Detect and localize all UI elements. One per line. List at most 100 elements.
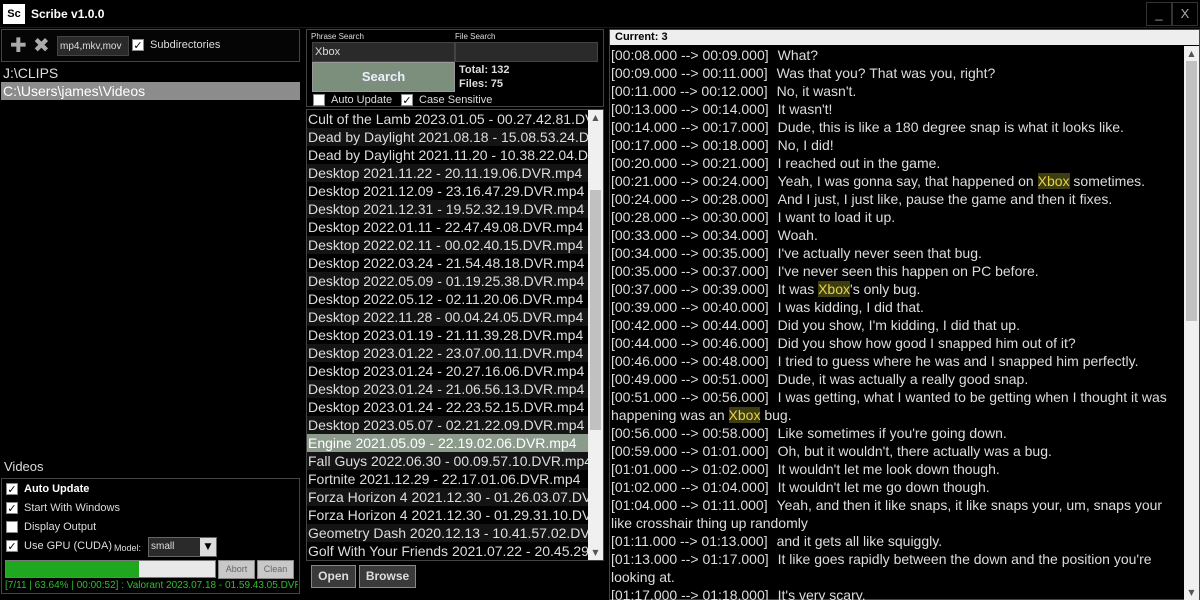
file-item[interactable]: Desktop 2023.01.24 - 20.27.16.06.DVR.mp4 (307, 362, 588, 380)
timestamp: [00:24.000 --> 00:28.000] (611, 191, 769, 207)
file-item[interactable]: Desktop 2023.01.24 - 22.23.52.15.DVR.mp4 (307, 398, 588, 416)
timestamp: [00:59.000 --> 01:01.000] (611, 443, 769, 459)
file-item[interactable]: Desktop 2023.01.19 - 21.11.39.28.DVR.mp4 (307, 326, 588, 344)
search-button[interactable]: Search (312, 62, 455, 92)
file-item[interactable]: Fall Guys 2022.06.30 - 00.09.57.10.DVR.m… (307, 452, 588, 470)
transcript-scrollbar[interactable]: ▲ ▼ (1184, 46, 1199, 600)
case-sensitive-checkbox[interactable]: ✓ (401, 94, 413, 106)
transcript-line: [00:11.000 --> 00:12.000] No, it wasn't. (610, 82, 1184, 100)
folder-item-selected[interactable]: C:\Users\james\Videos (1, 82, 300, 100)
line-text: No, I did! (777, 137, 834, 153)
timestamp: [00:46.000 --> 00:48.000] (611, 353, 769, 369)
transcript-line: [00:13.000 --> 00:14.000] It wasn't! (610, 100, 1184, 118)
timestamp: [00:09.000 --> 00:11.000] (611, 65, 768, 81)
open-button[interactable]: Open (311, 565, 356, 588)
file-item[interactable]: Desktop 2022.11.28 - 00.04.24.05.DVR.mp4 (307, 308, 588, 326)
scroll-up-icon[interactable]: ▲ (588, 110, 603, 125)
display-output-checkbox[interactable] (6, 521, 18, 534)
timestamp: [00:08.000 --> 00:09.000] (611, 47, 769, 63)
file-item[interactable]: Geometry Dash 2020.12.13 - 10.41.57.02.D… (307, 524, 588, 542)
line-text: It wouldn't let me look down though. (777, 461, 1000, 477)
transcript-line: [00:39.000 --> 00:40.000] I was kidding, … (610, 298, 1184, 316)
add-folder-icon[interactable]: ✚ (10, 33, 27, 57)
file-item[interactable]: Desktop 2022.05.09 - 01.19.25.38.DVR.mp4 (307, 272, 588, 290)
transcript-line: [00:14.000 --> 00:17.000] Dude, this is l… (610, 118, 1184, 136)
file-item[interactable]: Golf With Your Friends 2021.07.22 - 20.4… (307, 542, 588, 560)
extensions-input[interactable] (57, 36, 129, 56)
line-text: What? (777, 47, 819, 63)
timestamp: [00:39.000 --> 00:40.000] (611, 299, 769, 315)
file-item[interactable]: Desktop 2022.01.11 - 22.47.49.08.DVR.mp4 (307, 218, 588, 236)
case-sensitive-label: Case Sensitive (419, 94, 493, 106)
transcript-line: [00:51.000 --> 00:56.000] I was getting, … (610, 388, 1184, 424)
file-item[interactable]: Desktop 2021.12.31 - 19.52.32.19.DVR.mp4 (307, 200, 588, 218)
app-icon: Sc (3, 4, 25, 24)
file-item[interactable]: Desktop 2021.12.09 - 23.16.47.29.DVR.mp4 (307, 182, 588, 200)
line-text: It wouldn't let me go down though. (777, 479, 990, 495)
folder-toolbar: ✚ ✖ ✓ Subdirectories (1, 29, 300, 62)
line-text: No, it wasn't. (776, 83, 857, 99)
close-button[interactable]: X (1172, 2, 1198, 26)
transcript-line: [00:08.000 --> 00:09.000] What? (610, 46, 1184, 64)
file-search-label: File Search (455, 32, 496, 41)
scroll-down-icon[interactable]: ▼ (1184, 585, 1199, 600)
file-item[interactable]: Dead by Daylight 2021.08.18 - 15.08.53.2… (307, 128, 588, 146)
transcript-line: [00:49.000 --> 00:51.000] Dude, it was ac… (610, 370, 1184, 388)
remove-folder-icon[interactable]: ✖ (33, 33, 50, 57)
file-item[interactable]: Desktop 2023.01.22 - 23.07.00.11.DVR.mp4 (307, 344, 588, 362)
file-item[interactable]: Desktop 2022.03.24 - 21.54.48.18.DVR.mp4 (307, 254, 588, 272)
start-with-windows-checkbox[interactable]: ✓ (6, 502, 18, 515)
subdirectories-checkbox[interactable]: ✓ (132, 39, 144, 51)
file-item[interactable]: Desktop 2022.05.12 - 02.11.20.06.DVR.mp4 (307, 290, 588, 308)
browse-button[interactable]: Browse (359, 565, 416, 588)
file-list: Cult of the Lamb 2023.01.05 - 00.27.42.8… (306, 109, 604, 561)
use-gpu-option[interactable]: ✓ Use GPU (CUDA) (6, 540, 113, 553)
scroll-down-icon[interactable]: ▼ (588, 545, 603, 560)
file-item[interactable]: Forza Horizon 4 2021.12.30 - 01.26.03.07… (307, 488, 588, 506)
timestamp: [00:17.000 --> 00:18.000] (611, 137, 769, 153)
line-text: Did you show how good I snapped him out … (777, 335, 1076, 351)
auto-update-option[interactable]: ✓ Auto Update (6, 483, 89, 496)
model-value: small (151, 541, 175, 552)
scroll-thumb[interactable] (590, 190, 601, 430)
search-panel: Phrase Search File Search Xbox Search To… (306, 29, 604, 107)
transcript-line: [00:56.000 --> 00:58.000] Like sometimes … (610, 424, 1184, 442)
file-item[interactable]: Desktop 2021.11.22 - 20.11.19.06.DVR.mp4 (307, 164, 588, 182)
file-list-scrollbar[interactable]: ▲ ▼ (588, 110, 603, 560)
file-item[interactable]: Desktop 2022.02.11 - 00.02.40.15.DVR.mp4 (307, 236, 588, 254)
chevron-down-icon: ▼ (200, 538, 216, 556)
minimize-button[interactable]: _ (1146, 2, 1172, 26)
use-gpu-checkbox[interactable]: ✓ (6, 540, 18, 553)
line-text: It wasn't! (777, 101, 833, 117)
transcript-line: [00:46.000 --> 00:48.000] I tried to gues… (610, 352, 1184, 370)
file-search-input[interactable] (455, 42, 598, 62)
folder-item[interactable]: J:\CLIPS (1, 64, 300, 82)
use-gpu-label: Use GPU (CUDA) (24, 540, 113, 552)
search-highlight: Xbox (728, 407, 761, 423)
abort-button[interactable]: Abort (218, 560, 255, 579)
clean-button[interactable]: Clean (257, 560, 294, 579)
scroll-up-icon[interactable]: ▲ (1184, 46, 1199, 61)
file-item-selected[interactable]: Engine 2021.05.09 - 22.19.02.06.DVR.mp4 (307, 434, 588, 452)
files-count: Files: 75 (459, 78, 504, 90)
videos-section-label: Videos (4, 459, 44, 474)
search-auto-update-checkbox[interactable] (313, 94, 325, 106)
auto-update-checkbox[interactable]: ✓ (6, 483, 18, 496)
file-item[interactable]: Cult of the Lamb 2023.01.05 - 00.27.42.8… (307, 110, 588, 128)
phrase-search-label: Phrase Search (311, 32, 364, 41)
timestamp: [00:37.000 --> 00:39.000] (611, 281, 769, 297)
current-header: Current: 3 (610, 30, 1199, 45)
file-item[interactable]: Forza Horizon 4 2021.12.30 - 01.29.31.10… (307, 506, 588, 524)
file-item[interactable]: Desktop 2023.05.07 - 02.21.22.09.DVR.mp4 (307, 416, 588, 434)
model-select[interactable]: small ▼ (148, 537, 217, 557)
display-output-option[interactable]: Display Output (6, 521, 96, 534)
file-item[interactable]: Dead by Daylight 2021.11.20 - 10.38.22.0… (307, 146, 588, 164)
file-item[interactable]: Desktop 2023.01.24 - 21.06.56.13.DVR.mp4 (307, 380, 588, 398)
file-item[interactable]: Fortnite 2021.12.29 - 22.17.01.06.DVR.mp… (307, 470, 588, 488)
timestamp: [00:49.000 --> 00:51.000] (611, 371, 769, 387)
line-text: bug. (760, 407, 792, 423)
phrase-search-input[interactable]: Xbox (312, 42, 455, 62)
start-with-windows-option[interactable]: ✓ Start With Windows (6, 502, 120, 515)
scroll-thumb[interactable] (1186, 61, 1197, 321)
timestamp: [00:28.000 --> 00:30.000] (611, 209, 769, 225)
